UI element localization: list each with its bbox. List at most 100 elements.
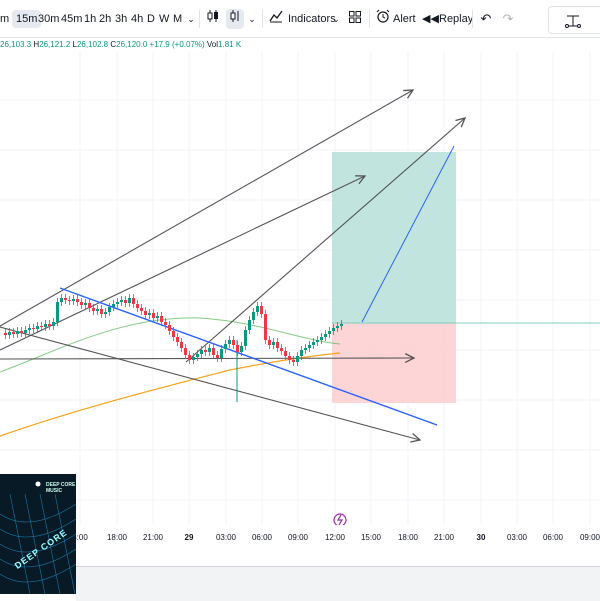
candle-body <box>36 326 39 329</box>
redo-icon[interactable]: ↷ <box>501 9 515 29</box>
candle-body <box>32 328 35 329</box>
candle-body <box>184 348 187 355</box>
candle-body <box>260 306 263 314</box>
candle-body <box>64 298 67 300</box>
candle-body <box>256 306 259 312</box>
candle-body <box>88 303 91 308</box>
time-tick: 06:00 <box>542 533 564 542</box>
indicators-icon[interactable] <box>268 9 284 29</box>
time-tick: 29 <box>184 533 194 542</box>
candle-body <box>44 324 47 327</box>
alarm-clock-icon[interactable] <box>375 9 391 29</box>
candle-body <box>296 356 299 362</box>
candle-body <box>160 316 163 322</box>
interval-d[interactable]: D <box>147 10 155 28</box>
chevron-down-icon[interactable]: ⌄ <box>185 9 197 29</box>
candle-body <box>276 342 279 348</box>
candle-body <box>200 350 203 354</box>
interval-5m[interactable]: m <box>0 10 9 28</box>
candle-body <box>208 348 211 352</box>
toolbar-divider <box>369 10 370 28</box>
candle-body <box>224 344 227 349</box>
drawing-tool-panel[interactable] <box>548 6 600 34</box>
candle-body <box>144 311 147 315</box>
time-tick: 21:00 <box>142 533 164 542</box>
candle-body <box>288 356 291 360</box>
candle-body <box>220 349 223 358</box>
lightning-event-icon[interactable] <box>333 513 347 525</box>
candle-body <box>304 348 307 350</box>
candle-body <box>320 337 323 340</box>
candle-body <box>48 324 51 326</box>
candle-body <box>188 355 191 360</box>
volume-label: Vol <box>206 40 219 49</box>
candle-body <box>140 308 143 311</box>
candle-body <box>112 304 115 307</box>
candle-body <box>96 309 99 311</box>
candle-body <box>308 345 311 348</box>
candle-body <box>92 308 95 311</box>
candle-body <box>252 312 255 320</box>
candle-body <box>240 346 243 352</box>
indicators-button[interactable]: Indicators <box>288 10 336 28</box>
candle-body <box>16 331 19 334</box>
candle-body <box>292 360 295 362</box>
candle-body <box>80 302 83 305</box>
interval-w[interactable]: W <box>159 10 169 28</box>
interval-2h[interactable]: 2h <box>99 10 111 28</box>
candle-body <box>272 342 275 345</box>
candle-body <box>4 333 7 335</box>
rewind-icon[interactable]: ◀◀ <box>422 9 439 29</box>
ohlc-legend: 26,103.3 H26,121.2 L26,102.8 C26,120.0 +… <box>0 40 241 49</box>
change-value: +17.9 (+0.07%) <box>149 40 205 49</box>
candle-body <box>268 340 271 345</box>
alert-button[interactable]: Alert <box>393 10 416 28</box>
candle-body <box>40 326 43 327</box>
candle-body <box>236 345 239 352</box>
interval-1h[interactable]: 1h <box>84 10 96 28</box>
close-value: 26,120.0 <box>116 40 148 49</box>
trend-line-tool-icon[interactable] <box>565 13 581 29</box>
video-thumbnail[interactable]: DEEP CORE MUSIC DEEP CORE <box>0 474 76 594</box>
chevron-down-icon[interactable]: ⌄ <box>330 9 342 29</box>
candle-body <box>324 334 327 337</box>
interval-30m[interactable]: 30m <box>38 10 59 28</box>
candle-body <box>232 340 235 345</box>
candle-body <box>56 302 59 322</box>
candle-body <box>132 298 135 304</box>
time-tick: 18:00 <box>106 533 128 542</box>
loss-zone[interactable] <box>332 323 456 403</box>
time-tick: 18:00 <box>397 533 419 542</box>
time-axis[interactable]: 5:00 18:00 21:00 29 03:00 06:00 09:00 12… <box>0 525 600 547</box>
chevron-down-icon[interactable]: ⌄ <box>246 9 258 29</box>
candle-body <box>328 331 331 334</box>
candle-body <box>68 300 71 301</box>
candle-body <box>264 314 267 340</box>
high-value: 26,121.2 <box>39 40 71 49</box>
candlesticks <box>4 294 343 366</box>
volume-value: 1.81 K <box>218 40 242 49</box>
candle-body <box>180 342 183 348</box>
time-tick: 15:00 <box>360 533 382 542</box>
candle-body <box>20 331 23 333</box>
candle-body <box>336 326 339 328</box>
bar-style-icon[interactable] <box>226 9 244 29</box>
interval-m[interactable]: M <box>173 10 182 28</box>
grid-icon[interactable] <box>347 9 363 29</box>
interval-4h[interactable]: 4h <box>131 10 143 28</box>
interval-3h[interactable]: 3h <box>115 10 127 28</box>
candlestick-icon[interactable] <box>204 9 222 29</box>
candle-body <box>116 302 119 304</box>
interval-45m[interactable]: 45m <box>61 10 82 28</box>
candle-body <box>72 299 75 301</box>
candle-body <box>280 348 283 351</box>
candle-body <box>52 322 55 326</box>
price-chart[interactable] <box>0 52 600 525</box>
candle-body <box>84 303 87 305</box>
thumbnail-brand: DEEP CORE MUSIC <box>46 482 76 494</box>
interval-15m[interactable]: 15m <box>12 10 42 28</box>
replay-button[interactable]: Replay <box>439 10 473 28</box>
time-tick: 06:00 <box>251 533 273 542</box>
time-tick: 30 <box>476 533 486 542</box>
undo-icon[interactable]: ↶ <box>479 9 493 29</box>
